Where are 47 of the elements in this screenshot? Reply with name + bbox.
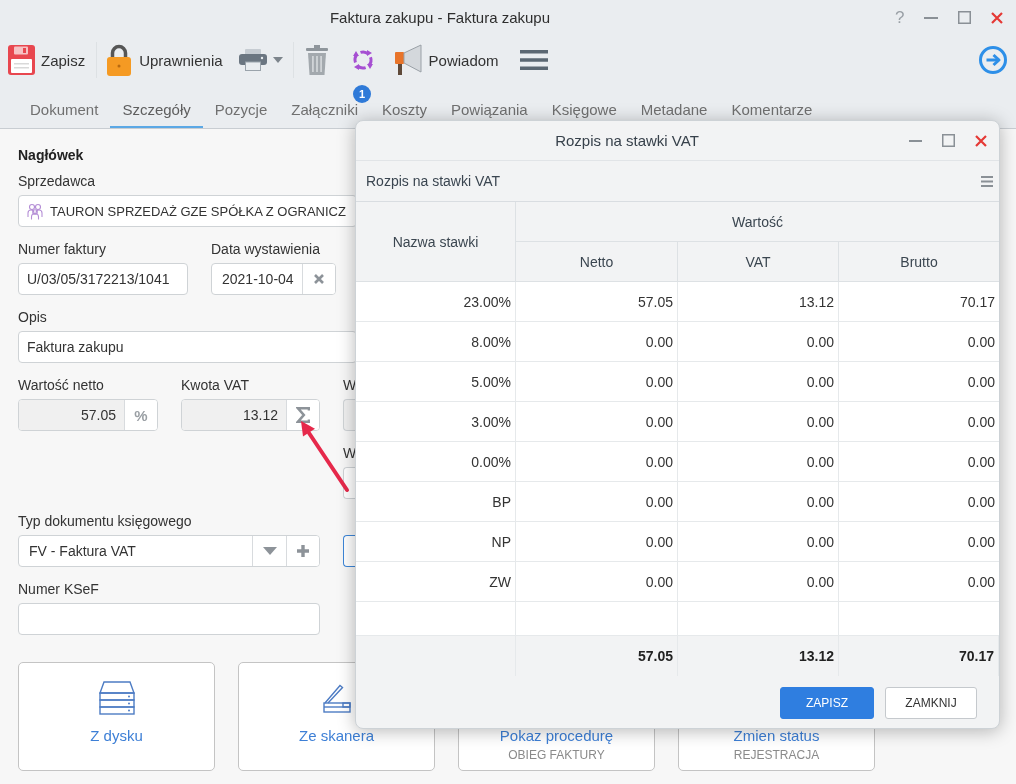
table-cell: 0.00 (678, 322, 839, 362)
field-label: Kwota VAT (181, 376, 250, 394)
field-label: Numer KSeF (18, 580, 100, 598)
table-cell: 0.00 (678, 522, 839, 562)
column-header: Nazwa stawki (356, 202, 516, 282)
section-title: Nagłówek (18, 146, 85, 164)
count-badge: 1 (352, 85, 371, 103)
table-cell: NP (356, 522, 516, 562)
window-title: Faktura zakupu - Faktura zakupu (329, 8, 551, 27)
table-cell: 0.00 (678, 402, 839, 442)
total-cell: 70.17 (839, 636, 999, 676)
panel-title: Rozpis na stawki VAT (366, 173, 502, 189)
table-cell: 0.00 (516, 482, 678, 522)
table-cell: 57.05 (516, 282, 678, 322)
field-label: Data wystawienia (211, 240, 321, 258)
table-cell: 0.00 (516, 442, 678, 482)
table-cell: 5.00% (356, 362, 516, 402)
total-cell: 13.12 (678, 636, 839, 676)
table-cell: 0.00 (516, 402, 678, 442)
table-cell: 0.00 (516, 322, 678, 362)
table-cell: 0.00 (678, 482, 839, 522)
table-cell: 0.00 (678, 442, 839, 482)
column-header: Brutto (839, 242, 999, 282)
table-cell: 0.00 (516, 562, 678, 602)
table-cell: 0.00 (516, 362, 678, 402)
column-group-header: Wartość (516, 202, 999, 242)
field-label: W (343, 376, 357, 394)
field-label: Wartość netto (18, 376, 105, 394)
field-label: W (343, 444, 357, 462)
table-cell: 3.00% (356, 402, 516, 442)
total-cell: 57.05 (516, 636, 678, 676)
field-label: Sprzedawca (18, 172, 97, 190)
dialog-title: Rozpis na stawki VAT (555, 132, 699, 149)
field-label: Typ dokumentu księgowego (18, 512, 193, 530)
field-label: Opis (18, 308, 48, 326)
table-cell: 0.00 (516, 522, 678, 562)
field-label: Numer faktury (18, 240, 107, 258)
table-cell: 23.00% (356, 282, 516, 322)
table-cell: 0.00% (356, 442, 516, 482)
table-cell: 13.12 (678, 282, 839, 322)
table-cell: ZW (356, 562, 516, 602)
table-cell: 0.00 (678, 562, 839, 602)
table-cell: 0.00 (678, 362, 839, 402)
column-header: Netto (516, 242, 678, 282)
table-cell: 8.00% (356, 322, 516, 362)
column-header: VAT (678, 242, 839, 282)
table-cell: BP (356, 482, 516, 522)
